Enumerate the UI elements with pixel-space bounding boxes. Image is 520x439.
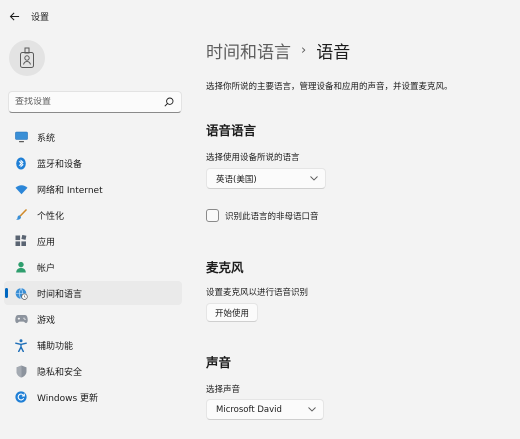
sidebar-item-bluetooth[interactable]: 蓝牙和设备 [4,151,182,175]
sidebar-item-label: 辅助功能 [37,341,74,352]
shield-icon [14,364,28,378]
sidebar-item-windows-update[interactable]: Windows 更新 [4,385,182,409]
accent-checkbox[interactable] [206,209,219,222]
monitor-icon [14,130,28,144]
sidebar-item-label: 个性化 [37,211,65,222]
speech-language-label: 选择使用设备所说的语言 [206,153,300,163]
person-icon [14,260,28,274]
voice-selected: Microsoft David [216,404,282,415]
avatar[interactable] [9,40,45,76]
breadcrumb-parent[interactable]: 时间和语言 [206,38,291,63]
back-button[interactable] [5,7,23,25]
page-description: 选择你所说的主要语言，管理设备和应用的声音，并设置麦克风。 [206,82,453,92]
chevron-down-icon [309,174,318,183]
search-icon[interactable] [163,96,175,108]
voice-label: 选择声音 [206,385,241,395]
sidebar-item-label: 时间和语言 [37,289,83,300]
search-input[interactable] [15,97,163,107]
sidebar-item-apps[interactable]: 应用 [4,229,182,253]
sidebar-item-network[interactable]: 网络和 Internet [4,177,182,201]
globe-clock-icon [14,286,28,300]
breadcrumb: 时间和语言 › 语音 [206,38,350,63]
chevron-down-icon [307,405,316,414]
accessibility-icon [14,338,28,352]
search-box[interactable] [8,91,182,113]
sidebar-item-label: 蓝牙和设备 [37,159,83,170]
sidebar-item-system[interactable]: 系统 [4,125,182,149]
sidebar: 系统 蓝牙和设备 网络和 Internet [0,32,190,439]
sidebar-nav: 系统 蓝牙和设备 网络和 Internet 个性化 应用 帐户 时间和语言 游戏… [4,125,182,411]
breadcrumb-separator: › [301,43,307,58]
sidebar-item-label: Windows 更新 [37,393,99,404]
get-started-button[interactable]: 开始使用 [206,303,259,322]
page-title: 语音 [316,43,351,63]
sidebar-item-label: 游戏 [37,315,56,326]
speech-language-dropdown[interactable]: 英语(美国) [206,168,326,189]
microphone-label: 设置麦克风以进行语音识别 [206,288,309,298]
sidebar-item-label: 隐私和安全 [37,367,83,378]
brush-icon [14,208,28,222]
speech-language-heading: 语音语言 [206,123,257,138]
sidebar-item-label: 网络和 Internet [37,185,103,196]
voice-dropdown[interactable]: Microsoft David [206,399,324,420]
update-icon [14,390,28,404]
user-badge-icon [20,47,34,68]
gamepad-icon [14,312,28,326]
sidebar-item-gaming[interactable]: 游戏 [4,307,182,331]
sidebar-item-privacy[interactable]: 隐私和安全 [4,359,182,383]
wifi-icon [14,182,28,196]
sidebar-item-accounts[interactable]: 帐户 [4,255,182,279]
sidebar-item-label: 系统 [37,133,56,144]
sidebar-item-label: 应用 [37,237,56,248]
voice-heading: 声音 [206,355,232,370]
speech-language-selected: 英语(美国) [216,174,257,185]
accent-checkbox-label: 识别此语言的非母语口音 [225,211,319,222]
arrow-left-icon [9,11,19,21]
microphone-heading: 麦克风 [206,260,244,275]
accent-checkbox-row[interactable]: 识别此语言的非母语口音 [206,209,319,222]
app-title: 设置 [31,13,50,23]
title-bar: 设置 [0,0,520,32]
sidebar-item-personalization[interactable]: 个性化 [4,203,182,227]
sidebar-item-accessibility[interactable]: 辅助功能 [4,333,182,357]
sidebar-item-label: 帐户 [37,263,56,274]
bluetooth-icon [14,156,28,170]
sidebar-item-time-language[interactable]: 时间和语言 [4,281,182,305]
apps-icon [14,234,28,248]
